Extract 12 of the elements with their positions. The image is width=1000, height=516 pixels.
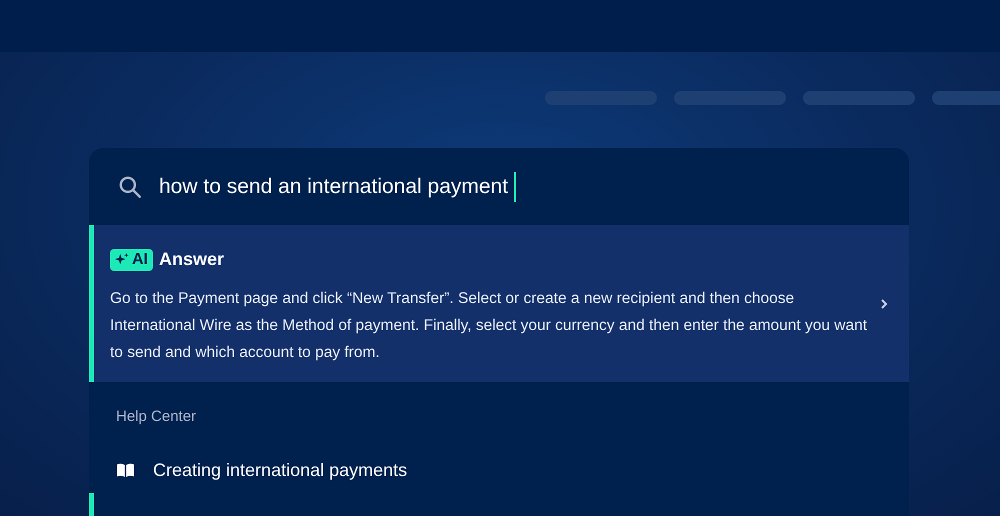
answer-text: Go to the Payment page and click “New Transfer”. Select or create a new recipient and then choose International Wire as the Method of payment. Finally, select your currency and then enter the amount you want to send and which account to pay from. xyxy=(110,289,868,363)
book-icon xyxy=(116,462,135,478)
search-field[interactable]: how to send an international payment xyxy=(159,170,516,202)
answer-title: Answer xyxy=(159,248,224,271)
ai-answer-card[interactable] xyxy=(89,225,909,382)
text-cursor xyxy=(514,172,516,202)
ai-badge: AI xyxy=(110,248,153,270)
section-heading: Help Center xyxy=(116,407,198,427)
help-result[interactable]: Creating international payments xyxy=(116,456,909,484)
sparkle-icon xyxy=(115,252,129,266)
search-icon xyxy=(117,174,143,200)
chevron-right-icon xyxy=(879,297,889,311)
